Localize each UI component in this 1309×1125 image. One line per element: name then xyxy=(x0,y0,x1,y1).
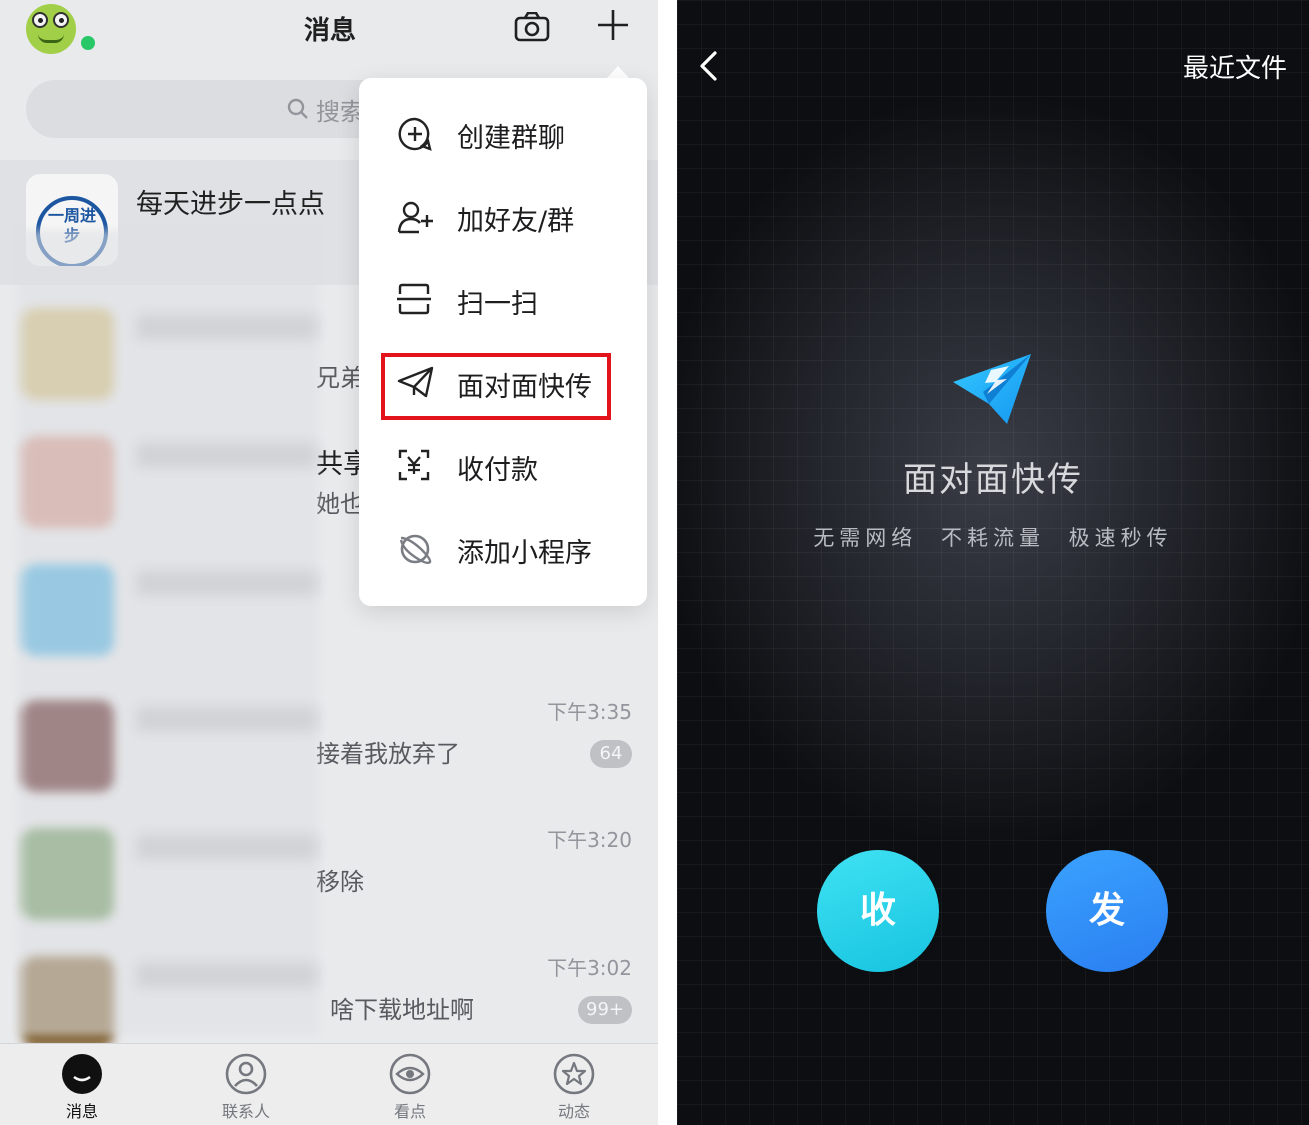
back-icon[interactable] xyxy=(697,50,719,82)
scan-icon xyxy=(397,283,431,315)
panel-divider xyxy=(658,0,677,1125)
add-chat-icon xyxy=(398,117,432,151)
menu-item-create-group[interactable]: 创建群聊 xyxy=(359,94,647,176)
plus-popup-menu: 创建群聊 加好友/群 扫一扫 面对面快传 收付款 添加小程序 xyxy=(359,78,647,606)
recent-files-link[interactable]: 最近文件 xyxy=(1183,48,1287,85)
menu-item-label: 创建群聊 xyxy=(457,123,565,154)
payment-icon xyxy=(398,449,430,481)
menu-item-add-friend[interactable]: 加好友/群 xyxy=(359,177,647,259)
planet-icon xyxy=(399,534,432,565)
feature-subtitle: 无需网络 不耗流量 极速秒传 xyxy=(813,526,1173,550)
face-to-face-transfer-screen: 最近文件 面对面快传 无需网络 不耗流量 极速秒传 收 发 xyxy=(677,0,1309,1125)
menu-item-label: 加好友/群 xyxy=(457,206,575,237)
menu-item-mini-program[interactable]: 添加小程序 xyxy=(359,509,647,591)
send-button[interactable]: 发 xyxy=(1046,850,1168,972)
menu-item-label: 添加小程序 xyxy=(457,538,592,569)
grid-background xyxy=(677,0,1309,1125)
highlight-box xyxy=(381,353,611,420)
menu-item-payment[interactable]: 收付款 xyxy=(359,426,647,508)
menu-item-label: 收付款 xyxy=(457,455,538,486)
qq-messages-screen: 消息 搜索 一周进步 每天进步一点点 兄弟 共享 她也 xyxy=(0,0,658,1125)
add-friend-icon xyxy=(397,201,433,234)
receive-button[interactable]: 收 xyxy=(817,850,939,972)
paper-plane-logo-icon xyxy=(953,354,1031,424)
menu-item-label: 扫一扫 xyxy=(457,289,538,320)
menu-item-scan[interactable]: 扫一扫 xyxy=(359,260,647,342)
feature-title: 面对面快传 xyxy=(903,460,1083,500)
